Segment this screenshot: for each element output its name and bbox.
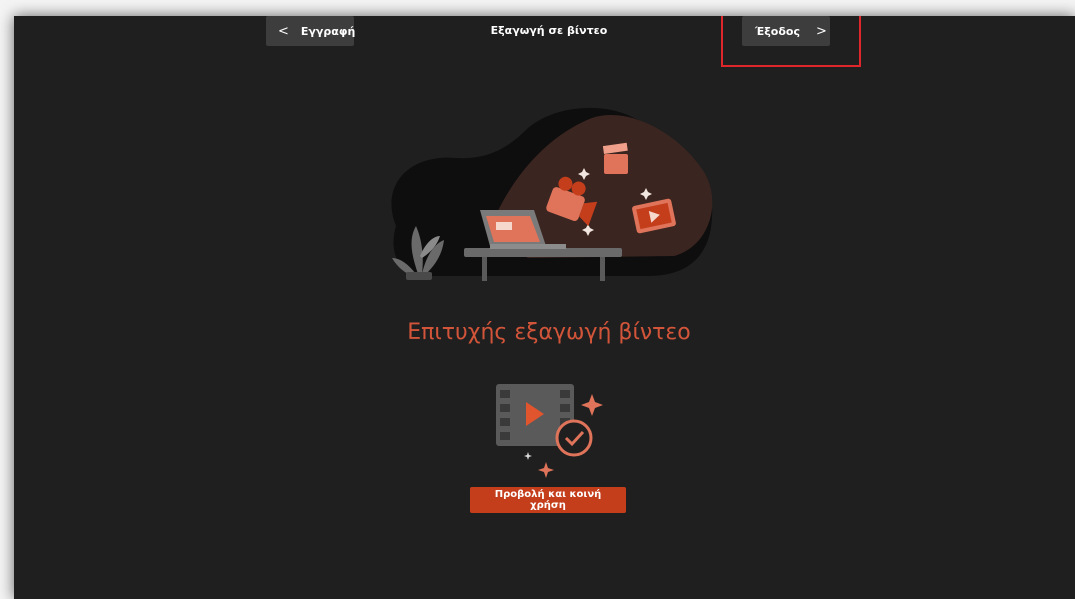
back-button-label: Εγγραφή [300, 24, 356, 38]
video-exported-check-icon [496, 384, 603, 478]
video-export-illustration [391, 107, 713, 281]
page-title: Εξαγωγή σε βίντεο [490, 24, 608, 37]
chevron-left-icon: < [278, 23, 289, 39]
sparkle-large [581, 394, 603, 416]
export-video-window: < Εγγραφή Εξαγωγή σε βίντεο Έξοδος > Επι… [14, 16, 1075, 599]
success-message: Επιτυχής εξαγωγή βίντεο [407, 320, 691, 345]
exit-button-highlight-box [721, 16, 861, 67]
back-button[interactable]: < Εγγραφή [266, 16, 356, 46]
sparkle-small [538, 462, 554, 478]
view-and-share-button[interactable]: Προβολή και κοινή χρήση [470, 487, 626, 513]
clapper-icon [602, 142, 628, 174]
top-navigation-bar: < Εγγραφή Εξαγωγή σε βίντεο Έξοδος > [14, 16, 1075, 67]
sparkle-tiny [524, 452, 532, 460]
